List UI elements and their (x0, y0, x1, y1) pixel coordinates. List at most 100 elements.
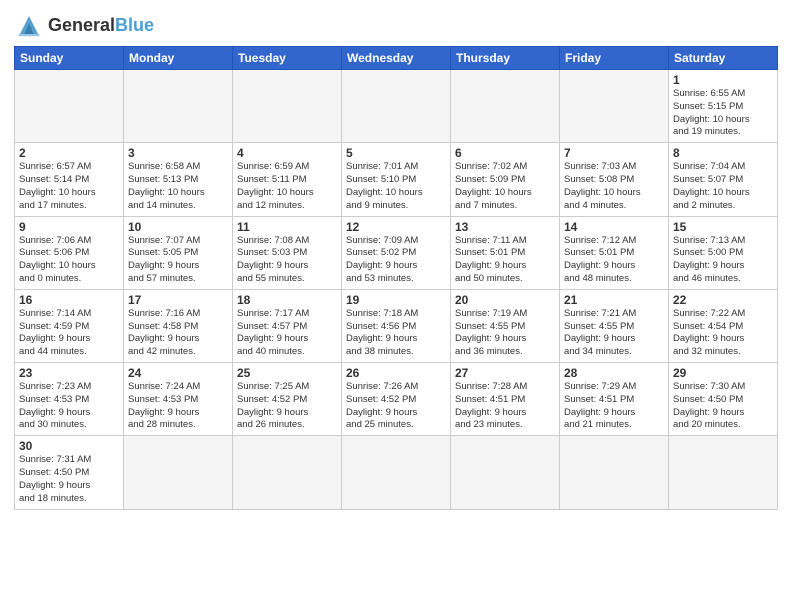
day-info: Sunrise: 7:29 AM Sunset: 4:51 PM Dayligh… (564, 381, 664, 432)
day-info: Sunrise: 7:19 AM Sunset: 4:55 PM Dayligh… (455, 308, 555, 359)
day-info: Sunrise: 7:09 AM Sunset: 5:02 PM Dayligh… (346, 235, 446, 286)
day-info: Sunrise: 7:02 AM Sunset: 5:09 PM Dayligh… (455, 161, 555, 212)
calendar-day-cell: 15Sunrise: 7:13 AM Sunset: 5:00 PM Dayli… (669, 216, 778, 289)
calendar-day-cell: 22Sunrise: 7:22 AM Sunset: 4:54 PM Dayli… (669, 289, 778, 362)
calendar-day-cell: 20Sunrise: 7:19 AM Sunset: 4:55 PM Dayli… (451, 289, 560, 362)
day-info: Sunrise: 7:13 AM Sunset: 5:00 PM Dayligh… (673, 235, 773, 286)
weekday-header-row: Sunday Monday Tuesday Wednesday Thursday… (15, 47, 778, 70)
calendar-day-cell: 10Sunrise: 7:07 AM Sunset: 5:05 PM Dayli… (124, 216, 233, 289)
calendar-day-cell: 24Sunrise: 7:24 AM Sunset: 4:53 PM Dayli… (124, 363, 233, 436)
day-number: 16 (19, 293, 119, 307)
calendar-table: Sunday Monday Tuesday Wednesday Thursday… (14, 46, 778, 510)
calendar-page: GeneralBlue Sunday Monday Tuesday Wednes… (0, 0, 792, 612)
calendar-day-cell: 16Sunrise: 7:14 AM Sunset: 4:59 PM Dayli… (15, 289, 124, 362)
calendar-day-cell: 4Sunrise: 6:59 AM Sunset: 5:11 PM Daylig… (233, 143, 342, 216)
calendar-day-cell: 2Sunrise: 6:57 AM Sunset: 5:14 PM Daylig… (15, 143, 124, 216)
day-number: 29 (673, 366, 773, 380)
calendar-day-cell (669, 436, 778, 509)
header-tuesday: Tuesday (233, 47, 342, 70)
day-number: 12 (346, 220, 446, 234)
day-number: 30 (19, 439, 119, 453)
day-info: Sunrise: 7:31 AM Sunset: 4:50 PM Dayligh… (19, 454, 119, 505)
day-number: 7 (564, 146, 664, 160)
header-thursday: Thursday (451, 47, 560, 70)
calendar-week-row: 16Sunrise: 7:14 AM Sunset: 4:59 PM Dayli… (15, 289, 778, 362)
day-info: Sunrise: 7:06 AM Sunset: 5:06 PM Dayligh… (19, 235, 119, 286)
logo-area: GeneralBlue (14, 10, 154, 40)
calendar-day-cell: 17Sunrise: 7:16 AM Sunset: 4:58 PM Dayli… (124, 289, 233, 362)
calendar-week-row: 9Sunrise: 7:06 AM Sunset: 5:06 PM Daylig… (15, 216, 778, 289)
calendar-day-cell (342, 436, 451, 509)
calendar-day-cell (233, 436, 342, 509)
day-info: Sunrise: 7:23 AM Sunset: 4:53 PM Dayligh… (19, 381, 119, 432)
day-info: Sunrise: 7:21 AM Sunset: 4:55 PM Dayligh… (564, 308, 664, 359)
calendar-day-cell: 8Sunrise: 7:04 AM Sunset: 5:07 PM Daylig… (669, 143, 778, 216)
calendar-day-cell: 5Sunrise: 7:01 AM Sunset: 5:10 PM Daylig… (342, 143, 451, 216)
day-info: Sunrise: 7:03 AM Sunset: 5:08 PM Dayligh… (564, 161, 664, 212)
day-number: 9 (19, 220, 119, 234)
day-info: Sunrise: 6:55 AM Sunset: 5:15 PM Dayligh… (673, 88, 773, 139)
calendar-day-cell: 29Sunrise: 7:30 AM Sunset: 4:50 PM Dayli… (669, 363, 778, 436)
calendar-day-cell: 23Sunrise: 7:23 AM Sunset: 4:53 PM Dayli… (15, 363, 124, 436)
header-friday: Friday (560, 47, 669, 70)
calendar-day-cell (560, 436, 669, 509)
calendar-day-cell: 30Sunrise: 7:31 AM Sunset: 4:50 PM Dayli… (15, 436, 124, 509)
day-number: 20 (455, 293, 555, 307)
day-number: 5 (346, 146, 446, 160)
calendar-day-cell (560, 70, 669, 143)
calendar-day-cell (451, 436, 560, 509)
day-info: Sunrise: 7:30 AM Sunset: 4:50 PM Dayligh… (673, 381, 773, 432)
day-number: 6 (455, 146, 555, 160)
day-number: 15 (673, 220, 773, 234)
day-number: 23 (19, 366, 119, 380)
day-info: Sunrise: 7:25 AM Sunset: 4:52 PM Dayligh… (237, 381, 337, 432)
day-number: 22 (673, 293, 773, 307)
header-monday: Monday (124, 47, 233, 70)
day-number: 3 (128, 146, 228, 160)
day-info: Sunrise: 7:26 AM Sunset: 4:52 PM Dayligh… (346, 381, 446, 432)
day-info: Sunrise: 7:24 AM Sunset: 4:53 PM Dayligh… (128, 381, 228, 432)
calendar-day-cell: 18Sunrise: 7:17 AM Sunset: 4:57 PM Dayli… (233, 289, 342, 362)
day-number: 26 (346, 366, 446, 380)
calendar-day-cell: 13Sunrise: 7:11 AM Sunset: 5:01 PM Dayli… (451, 216, 560, 289)
day-number: 13 (455, 220, 555, 234)
day-number: 4 (237, 146, 337, 160)
day-number: 19 (346, 293, 446, 307)
day-number: 2 (19, 146, 119, 160)
calendar-week-row: 1Sunrise: 6:55 AM Sunset: 5:15 PM Daylig… (15, 70, 778, 143)
calendar-day-cell: 12Sunrise: 7:09 AM Sunset: 5:02 PM Dayli… (342, 216, 451, 289)
day-info: Sunrise: 7:28 AM Sunset: 4:51 PM Dayligh… (455, 381, 555, 432)
calendar-day-cell: 28Sunrise: 7:29 AM Sunset: 4:51 PM Dayli… (560, 363, 669, 436)
day-number: 14 (564, 220, 664, 234)
general-blue-logo-icon (14, 10, 44, 40)
day-number: 17 (128, 293, 228, 307)
calendar-day-cell: 21Sunrise: 7:21 AM Sunset: 4:55 PM Dayli… (560, 289, 669, 362)
day-number: 8 (673, 146, 773, 160)
day-info: Sunrise: 7:18 AM Sunset: 4:56 PM Dayligh… (346, 308, 446, 359)
calendar-day-cell: 11Sunrise: 7:08 AM Sunset: 5:03 PM Dayli… (233, 216, 342, 289)
calendar-week-row: 2Sunrise: 6:57 AM Sunset: 5:14 PM Daylig… (15, 143, 778, 216)
day-info: Sunrise: 7:11 AM Sunset: 5:01 PM Dayligh… (455, 235, 555, 286)
day-info: Sunrise: 7:22 AM Sunset: 4:54 PM Dayligh… (673, 308, 773, 359)
day-number: 1 (673, 73, 773, 87)
header-sunday: Sunday (15, 47, 124, 70)
calendar-day-cell: 3Sunrise: 6:58 AM Sunset: 5:13 PM Daylig… (124, 143, 233, 216)
calendar-day-cell: 14Sunrise: 7:12 AM Sunset: 5:01 PM Dayli… (560, 216, 669, 289)
day-info: Sunrise: 7:17 AM Sunset: 4:57 PM Dayligh… (237, 308, 337, 359)
day-number: 28 (564, 366, 664, 380)
day-number: 25 (237, 366, 337, 380)
calendar-day-cell: 19Sunrise: 7:18 AM Sunset: 4:56 PM Dayli… (342, 289, 451, 362)
calendar-day-cell (233, 70, 342, 143)
day-number: 18 (237, 293, 337, 307)
calendar-day-cell: 1Sunrise: 6:55 AM Sunset: 5:15 PM Daylig… (669, 70, 778, 143)
day-info: Sunrise: 7:12 AM Sunset: 5:01 PM Dayligh… (564, 235, 664, 286)
calendar-day-cell: 9Sunrise: 7:06 AM Sunset: 5:06 PM Daylig… (15, 216, 124, 289)
calendar-day-cell (15, 70, 124, 143)
calendar-week-row: 30Sunrise: 7:31 AM Sunset: 4:50 PM Dayli… (15, 436, 778, 509)
calendar-day-cell (124, 70, 233, 143)
calendar-week-row: 23Sunrise: 7:23 AM Sunset: 4:53 PM Dayli… (15, 363, 778, 436)
day-number: 11 (237, 220, 337, 234)
calendar-day-cell (451, 70, 560, 143)
calendar-day-cell: 7Sunrise: 7:03 AM Sunset: 5:08 PM Daylig… (560, 143, 669, 216)
day-info: Sunrise: 7:14 AM Sunset: 4:59 PM Dayligh… (19, 308, 119, 359)
